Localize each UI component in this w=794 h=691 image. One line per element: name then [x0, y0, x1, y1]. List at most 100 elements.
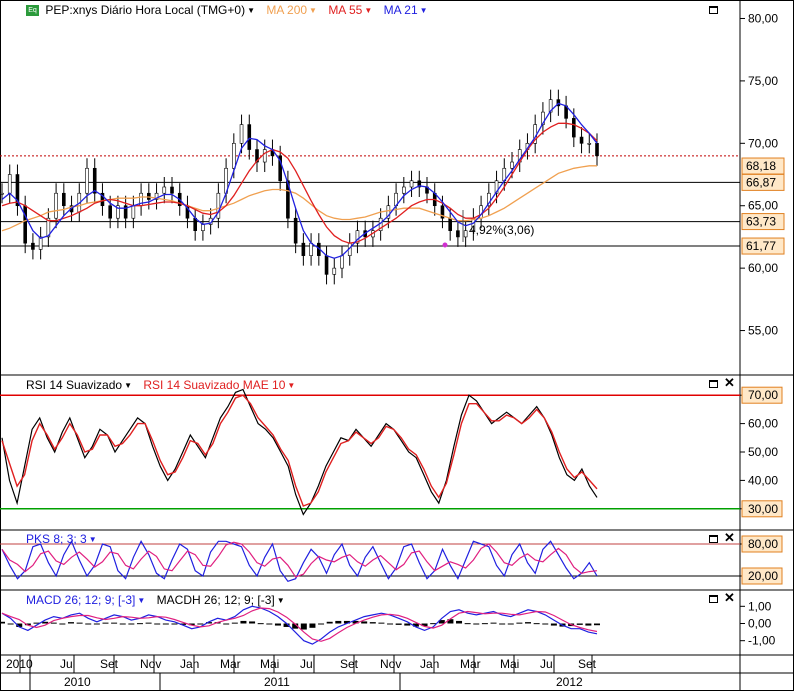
chevron-down-icon[interactable]: ▼	[309, 6, 317, 15]
price-candle	[31, 242, 35, 250]
price-candle	[309, 242, 313, 256]
macd-histogram-bar	[378, 622, 385, 624]
macd-histogram-bar	[585, 623, 592, 626]
x-tick-label: Mar	[460, 657, 481, 671]
rsi-signal-label[interactable]: RSI 14 Suavizado MAE 10	[143, 378, 285, 392]
close-rsi-icon[interactable]: ✕	[724, 376, 735, 389]
chevron-down-icon[interactable]: ▼	[124, 381, 132, 390]
maximize-stoch-button[interactable]	[709, 535, 718, 543]
price-candle	[85, 167, 89, 194]
price-candle	[572, 118, 576, 138]
y-tick-label: 50,00	[748, 445, 778, 459]
price-candle	[0, 192, 4, 195]
low-marker	[442, 242, 448, 248]
price-candle	[239, 124, 244, 144]
macd-histogram-bar	[0, 621, 5, 624]
chevron-down-icon[interactable]: ▼	[364, 6, 372, 15]
price-candle	[340, 255, 344, 269]
price-tag-label: 63,73	[746, 215, 776, 229]
macd-histogram-bar	[309, 623, 316, 628]
x-tick-label: Mai	[260, 657, 279, 671]
macd-histogram-bar	[395, 623, 402, 625]
x-tick-label: Mai	[500, 657, 519, 671]
stoch-label[interactable]: PKS 8; 3; 3	[26, 532, 87, 546]
price-candle	[232, 143, 236, 169]
ma200-label[interactable]: MA 200	[266, 3, 307, 17]
price-candle	[332, 267, 337, 275]
y-tick-label: 60,00	[748, 261, 778, 275]
x-tick-label: Jul	[60, 657, 75, 671]
macd-histogram-bar	[464, 623, 471, 625]
y-tick-label: -1,00	[748, 634, 776, 648]
macd-histogram-bar	[67, 622, 74, 624]
macd-histogram-bar	[507, 623, 514, 625]
macdh-label[interactable]: MACDH 26; 12; 9; [-3]	[157, 593, 275, 607]
price-candle	[23, 205, 27, 244]
macd-histogram-bar	[197, 623, 204, 625]
chart-window: 80,00 75,00 70,00 65,00 60,00 55,00 68,18 66,87…	[0, 0, 794, 691]
price-candle	[108, 205, 112, 219]
rsi-signal-line	[1, 394, 598, 507]
price-candle	[62, 192, 66, 207]
chevron-down-icon[interactable]: ▼	[287, 381, 295, 390]
rsi-label[interactable]: RSI 14 Suavizado	[26, 378, 122, 392]
price-candle	[456, 230, 460, 238]
year-label: 2012	[556, 675, 583, 689]
macd-histogram-bar	[85, 623, 92, 625]
macd-histogram-bar	[594, 623, 600, 626]
macd-histogram-bar	[473, 623, 480, 625]
macd-histogram-bar	[525, 622, 532, 624]
maximize-macd-button[interactable]	[709, 595, 718, 603]
macd-histogram-bar	[59, 623, 66, 625]
y-tick-label: 1,00	[748, 599, 772, 613]
y-tick-label: 0,00	[748, 617, 772, 631]
maximize-rsi-button[interactable]	[709, 380, 718, 388]
ma55-label[interactable]: MA 55	[328, 3, 362, 17]
macd-histogram-bar	[240, 620, 247, 624]
y-tick-label: 30,00	[748, 502, 778, 516]
macd-histogram-bar	[456, 620, 463, 624]
y-tick-label: 40,00	[748, 473, 778, 487]
y-tick-label: 70,00	[748, 388, 778, 402]
maximize-price-button[interactable]	[709, 6, 718, 14]
chevron-down-icon[interactable]: ▼	[89, 535, 97, 544]
macd-histogram-bar	[154, 623, 161, 625]
price-candle	[587, 143, 592, 145]
macd-histogram-bar	[387, 623, 394, 625]
macd-histogram-bar	[111, 622, 118, 624]
ma21-label[interactable]: MA 21	[384, 3, 418, 17]
y-tick-label: 20,00	[748, 569, 778, 583]
macd-histogram-bar	[50, 622, 57, 624]
price-candle	[293, 217, 298, 244]
macd-histogram-bar	[542, 623, 549, 625]
macd-legend: MACD 26; 12; 9; [-3] ▼ MACDH 26; 12; 9; […	[26, 593, 285, 607]
price-candle	[301, 242, 306, 256]
price-candle	[579, 136, 584, 144]
macd-label[interactable]: MACD 26; 12; 9; [-3]	[26, 593, 135, 607]
price-candle	[510, 161, 514, 169]
macd-histogram-bar	[76, 622, 83, 624]
macd-histogram-bar	[490, 622, 497, 624]
x-tick-label: Nov	[140, 657, 161, 671]
chevron-down-icon[interactable]: ▼	[247, 6, 255, 15]
stoch-legend: PKS 8; 3; 3 ▼	[26, 532, 97, 546]
macd-histogram-bar	[257, 623, 264, 625]
price-candle	[193, 217, 197, 231]
chevron-down-icon[interactable]: ▼	[277, 596, 285, 605]
price-candle	[247, 124, 252, 150]
x-tick-label: Jul	[300, 657, 315, 671]
price-candle	[170, 186, 174, 194]
chevron-down-icon[interactable]: ▼	[137, 596, 145, 605]
macd-histogram-bar	[361, 621, 368, 624]
macd-histogram-bar	[136, 623, 143, 625]
macd-histogram-bar	[274, 623, 281, 626]
price-candle	[131, 205, 136, 219]
close-stoch-icon[interactable]: ✕	[724, 531, 735, 544]
price-candle	[595, 143, 599, 157]
price-tag-label: 66,87	[746, 175, 776, 189]
chevron-down-icon[interactable]: ▼	[420, 6, 428, 15]
macd-histogram-bar	[249, 621, 256, 624]
symbol-label[interactable]: PEP:xnys Diário Hora Local (TMG+0)	[45, 3, 245, 17]
close-macd-icon[interactable]: ✕	[724, 591, 735, 604]
macd-histogram-bar	[326, 621, 333, 624]
